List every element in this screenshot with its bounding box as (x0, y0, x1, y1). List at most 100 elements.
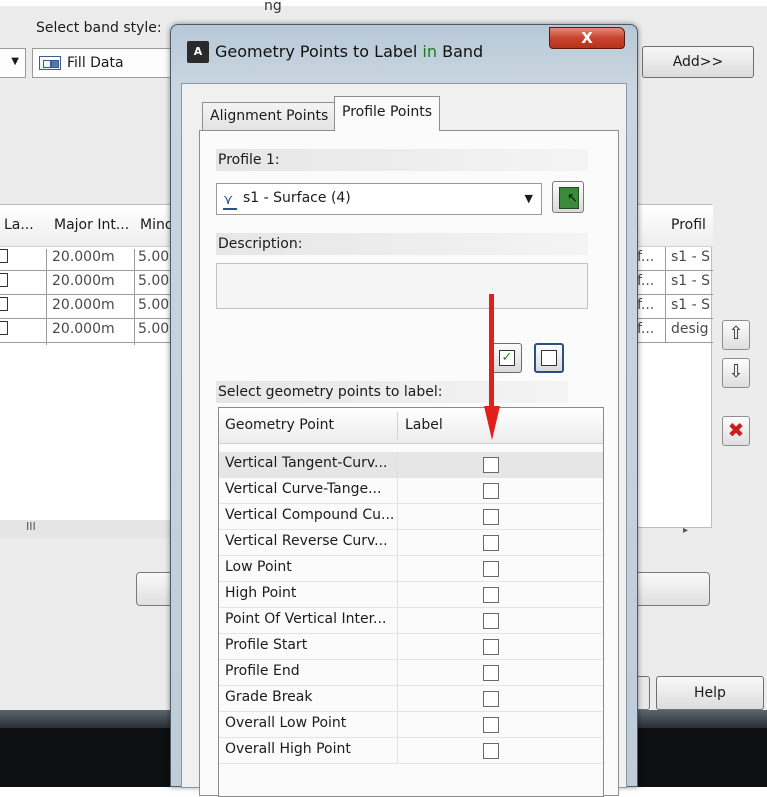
divider (134, 297, 135, 321)
column-header-label[interactable]: Label (405, 417, 443, 433)
title-bar[interactable]: A Geometry Points to Label in Band X (171, 25, 637, 81)
geometry-point-name: Overall Low Point (225, 715, 347, 731)
tab-alignment-points[interactable]: Alignment Points (202, 102, 337, 130)
table-row[interactable]: Overall Low Point (219, 712, 603, 738)
label-checkbox[interactable] (483, 743, 499, 759)
divider (134, 273, 135, 297)
move-down-button[interactable]: ⇩ (722, 358, 750, 388)
divider (397, 530, 398, 556)
label-checkbox[interactable] (483, 639, 499, 655)
geometry-point-name: High Point (225, 585, 297, 601)
divider (665, 319, 666, 343)
major-interval-cell: 20.000m (52, 297, 115, 313)
table-row[interactable]: f... s1 - S (631, 295, 713, 319)
top-text-fragment: ng (264, 0, 282, 14)
table-row[interactable]: High Point (219, 582, 603, 608)
label-checkbox[interactable] (483, 665, 499, 681)
profile-cell: desig (671, 321, 709, 337)
move-up-button[interactable]: ⇧ (722, 320, 750, 350)
table-row[interactable]: 20.000m 5.00 (0, 247, 180, 273)
delete-button[interactable]: ✖ (722, 416, 750, 446)
clear-all-button[interactable] (534, 343, 564, 373)
table-row[interactable]: f... s1 - S (631, 247, 713, 271)
label-checkbox[interactable] (483, 535, 499, 551)
divider (665, 247, 666, 271)
row-checkbox[interactable] (0, 297, 8, 311)
label-checkbox[interactable] (483, 587, 499, 603)
table-row[interactable]: Vertical Compound Cu... (219, 504, 603, 530)
tab-profile-points[interactable]: Profile Points (334, 96, 441, 131)
add-button[interactable]: Add>> (642, 46, 754, 78)
minor-interval-cell: 5.00 (138, 273, 170, 289)
style-cell: f... (637, 249, 655, 265)
geometry-point-name: Point Of Vertical Inter... (225, 611, 387, 627)
title-text-suffix: Band (437, 42, 484, 61)
bands-grid-left: La... Major Int... Mino 20.000m 5.00 20.… (0, 204, 180, 528)
style-cell: f... (637, 273, 655, 289)
label-checkbox[interactable] (483, 457, 499, 473)
dialog-title: Geometry Points to Label in Band (215, 42, 483, 61)
bands-grid-right: Profil f... s1 - S f... s1 - S f... s1 -… (630, 204, 713, 536)
table-row[interactable]: 20.000m 5.00 (0, 319, 180, 345)
profile-dropdown[interactable]: ⋎ s1 - Surface (4) ▼ (216, 183, 542, 215)
divider (46, 249, 47, 273)
divider (397, 452, 398, 478)
scroll-right-icon[interactable]: ▸ (683, 525, 688, 536)
divider (397, 634, 398, 660)
major-interval-cell: 20.000m (52, 273, 115, 289)
bg-action-button-right[interactable] (632, 572, 710, 606)
table-row[interactable]: 20.000m 5.00 (0, 271, 180, 297)
table-row[interactable]: Grade Break (219, 686, 603, 712)
row-checkbox[interactable] (0, 273, 8, 287)
column-header-profile[interactable]: Profil (671, 217, 706, 233)
divider (397, 686, 398, 712)
help-button[interactable]: Help (656, 676, 764, 710)
red-annotation-arrow (484, 294, 500, 440)
close-button[interactable]: X (549, 27, 625, 49)
geometry-point-name: Grade Break (225, 689, 313, 705)
table-row[interactable]: Vertical Curve-Tange... (219, 478, 603, 504)
column-header-minor-interval[interactable]: Mino (140, 217, 173, 233)
table-row[interactable]: Overall High Point (219, 738, 603, 764)
table-row[interactable]: f... desig (631, 319, 713, 343)
pick-from-drawing-button[interactable] (552, 181, 584, 213)
label-checkbox[interactable] (483, 691, 499, 707)
label-checkbox[interactable] (483, 613, 499, 629)
table-row[interactable]: Low Point (219, 556, 603, 582)
geometry-point-name: Vertical Compound Cu... (225, 507, 395, 523)
bands-grid-header: La... Major Int... Mino (0, 205, 180, 247)
bands-grid-header: Profil (631, 205, 713, 247)
label-checkbox[interactable] (483, 717, 499, 733)
column-header-major-interval[interactable]: Major Int... (54, 217, 129, 233)
scrollbar-grip[interactable]: III (26, 520, 36, 533)
checkmark-icon: ✓ (499, 350, 515, 366)
divider (46, 273, 47, 297)
label-checkbox[interactable] (483, 509, 499, 525)
geometry-point-name: Vertical Curve-Tange... (225, 481, 382, 497)
divider (134, 249, 135, 273)
table-row[interactable]: Profile Start (219, 634, 603, 660)
band-type-dropdown[interactable]: ▼ (0, 48, 26, 78)
delete-x-icon: ✖ (727, 418, 745, 442)
table-row[interactable]: Point Of Vertical Inter... (219, 608, 603, 634)
band-style-dropdown[interactable]: Fill Data (32, 48, 172, 78)
divider (397, 478, 398, 504)
table-row[interactable]: Profile End (219, 660, 603, 686)
divider (397, 412, 398, 440)
fill-data-icon (39, 56, 61, 70)
table-row[interactable]: Vertical Tangent-Curv... (219, 452, 603, 478)
column-header-label[interactable]: La... (4, 217, 34, 233)
minor-interval-cell: 5.00 (138, 321, 170, 337)
profile-icon: ⋎ (223, 192, 238, 210)
label-checkbox[interactable] (483, 561, 499, 577)
horizontal-scrollbar[interactable]: III (0, 520, 180, 538)
column-header-geometry-point[interactable]: Geometry Point (225, 417, 334, 433)
label-checkbox[interactable] (483, 483, 499, 499)
table-row[interactable]: Vertical Reverse Curv... (219, 530, 603, 556)
table-row[interactable]: f... s1 - S (631, 271, 713, 295)
autocad-app-icon: A (187, 41, 209, 63)
row-checkbox[interactable] (0, 321, 8, 335)
divider (397, 738, 398, 764)
row-checkbox[interactable] (0, 249, 8, 263)
table-row[interactable]: 20.000m 5.00 (0, 295, 180, 321)
